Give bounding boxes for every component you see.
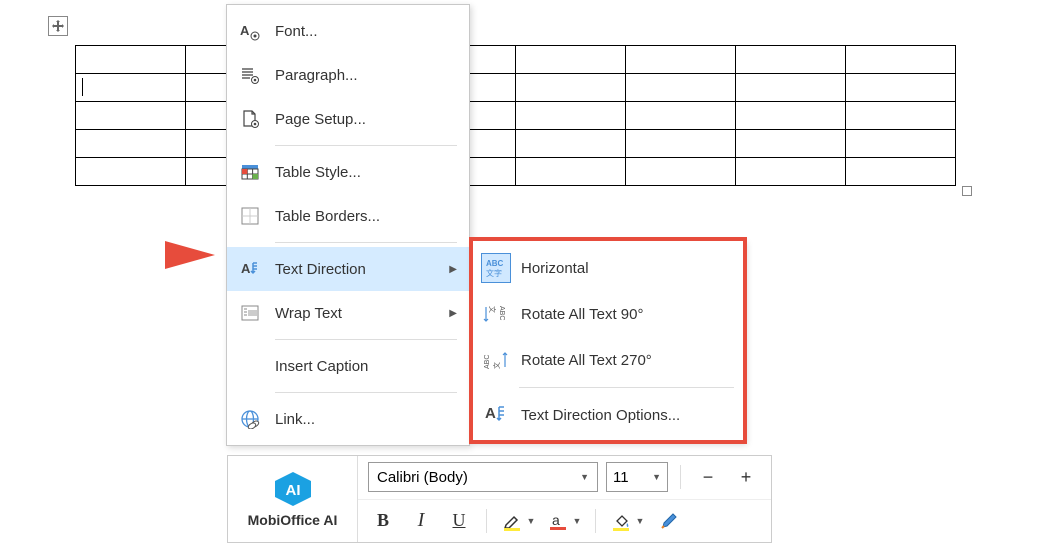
dropdown-arrow-icon: ▼	[634, 516, 646, 526]
submenu-horizontal[interactable]: ABC文字 Horizontal	[471, 245, 744, 291]
menu-table-style[interactable]: Table Style...	[227, 150, 469, 194]
menu-label: Table Borders...	[275, 208, 457, 225]
menu-separator	[275, 145, 457, 146]
submenu-arrow-icon: ▶	[449, 308, 457, 319]
menu-separator	[275, 339, 457, 340]
paragraph-gear-icon	[239, 64, 261, 86]
highlight-icon	[499, 507, 525, 535]
submenu-label: Rotate All Text 270°	[521, 352, 734, 369]
svg-text:A: A	[240, 23, 250, 38]
menu-label: Text Direction	[275, 261, 441, 278]
submenu-rotate-270[interactable]: ABC文 Rotate All Text 270°	[471, 337, 744, 383]
page-gear-icon	[239, 108, 261, 130]
svg-text:a: a	[552, 512, 560, 528]
svg-text:ABC: ABC	[486, 259, 504, 268]
toolbar-separator	[595, 509, 596, 533]
context-menu: A Font... Paragraph... Page Setup... Tab…	[226, 4, 470, 446]
svg-text:A: A	[241, 261, 251, 276]
fill-color-button[interactable]: ▼	[608, 507, 646, 535]
horizontal-text-icon: ABC文字	[481, 253, 511, 283]
menu-label: Link...	[275, 411, 457, 428]
rotate-90-icon: ABC文	[481, 299, 511, 329]
menu-font[interactable]: A Font...	[227, 9, 469, 53]
underline-button[interactable]: U	[444, 507, 474, 535]
menu-separator	[275, 392, 457, 393]
menu-table-borders[interactable]: Table Borders...	[227, 194, 469, 238]
svg-text:ABC: ABC	[484, 355, 491, 369]
link-icon	[239, 408, 261, 430]
menu-label: Wrap Text	[275, 305, 441, 322]
text-direction-submenu: ABC文字 Horizontal ABC文 Rotate All Text 90…	[470, 240, 745, 443]
ai-icon: AI	[271, 470, 315, 508]
dropdown-arrow-icon: ▼	[652, 472, 661, 482]
table-borders-icon	[239, 205, 261, 227]
annotation-arrow	[20, 235, 220, 275]
table-style-icon	[239, 161, 261, 183]
font-size-select[interactable]: 11 ▼	[606, 462, 668, 492]
wrap-text-icon	[239, 302, 261, 324]
menu-separator	[519, 387, 734, 388]
submenu-label: Horizontal	[521, 260, 734, 277]
bold-button[interactable]: B	[368, 507, 398, 535]
submenu-text-direction-options[interactable]: A Text Direction Options...	[471, 392, 744, 438]
submenu-label: Text Direction Options...	[521, 407, 734, 424]
toolbar-separator	[486, 509, 487, 533]
italic-button[interactable]: I	[406, 507, 436, 535]
svg-text:AI: AI	[285, 482, 300, 499]
rotate-270-icon: ABC文	[481, 345, 511, 375]
decrease-font-button[interactable]: −	[693, 463, 723, 491]
menu-separator	[275, 242, 457, 243]
font-gear-icon: A	[239, 20, 261, 42]
font-color-icon: a	[545, 507, 571, 535]
menu-insert-caption[interactable]: Insert Caption	[227, 344, 469, 388]
table-resize-handle[interactable]	[962, 186, 972, 196]
format-painter-button[interactable]	[654, 507, 684, 535]
menu-label: Table Style...	[275, 164, 457, 181]
text-direction-icon: A	[239, 258, 261, 280]
menu-paragraph[interactable]: Paragraph...	[227, 53, 469, 97]
formatting-toolbar: AI MobiOffice AI Calibri (Body) ▼ 11 ▼ −…	[227, 455, 772, 543]
menu-text-direction[interactable]: A Text Direction ▶	[227, 247, 469, 291]
submenu-arrow-icon: ▶	[449, 264, 457, 275]
font-size-value: 11	[613, 469, 629, 486]
menu-label: Insert Caption	[275, 358, 457, 375]
highlight-color-button[interactable]: ▼	[499, 507, 537, 535]
increase-font-button[interactable]: +	[731, 463, 761, 491]
mobioffice-ai-button[interactable]: AI MobiOffice AI	[228, 456, 358, 542]
svg-text:A: A	[485, 405, 496, 422]
document-table[interactable]	[75, 45, 956, 186]
font-name-select[interactable]: Calibri (Body) ▼	[368, 462, 598, 492]
blank-icon	[239, 355, 261, 377]
dropdown-arrow-icon: ▼	[580, 472, 589, 482]
fill-bucket-icon	[608, 507, 634, 535]
ai-label: MobiOffice AI	[248, 512, 338, 528]
text-direction-options-icon: A	[481, 400, 511, 430]
menu-label: Paragraph...	[275, 67, 457, 84]
submenu-label: Rotate All Text 90°	[521, 306, 734, 323]
submenu-rotate-90[interactable]: ABC文 Rotate All Text 90°	[471, 291, 744, 337]
font-color-button[interactable]: a ▼	[545, 507, 583, 535]
font-name-value: Calibri (Body)	[377, 469, 468, 486]
menu-wrap-text[interactable]: Wrap Text ▶	[227, 291, 469, 335]
menu-label: Font...	[275, 23, 457, 40]
svg-text:文: 文	[492, 362, 501, 369]
svg-text:文: 文	[488, 306, 497, 313]
svg-text:ABC: ABC	[498, 306, 505, 320]
dropdown-arrow-icon: ▼	[571, 516, 583, 526]
toolbar-separator	[680, 465, 681, 489]
menu-link[interactable]: Link...	[227, 397, 469, 441]
menu-page-setup[interactable]: Page Setup...	[227, 97, 469, 141]
menu-label: Page Setup...	[275, 111, 457, 128]
table-move-handle[interactable]	[48, 16, 68, 36]
svg-text:文字: 文字	[486, 268, 502, 278]
dropdown-arrow-icon: ▼	[525, 516, 537, 526]
